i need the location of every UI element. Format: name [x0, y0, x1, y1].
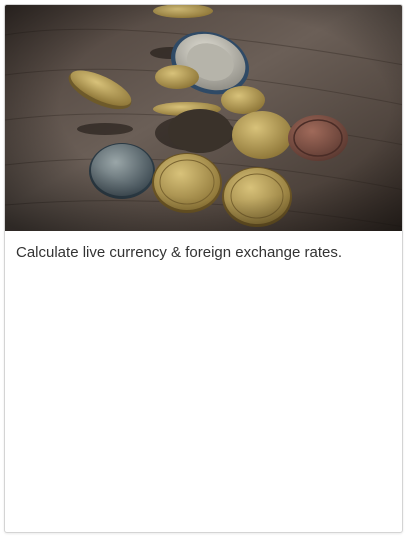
card-description: Calculate live currency & foreign exchan…: [16, 244, 343, 261]
coins-image: [5, 5, 402, 231]
coins-photo[interactable]: [5, 5, 402, 231]
exchange-rates-card[interactable]: Calculate live currency & foreign exchan…: [4, 4, 403, 533]
photo-vignette: [5, 5, 402, 231]
